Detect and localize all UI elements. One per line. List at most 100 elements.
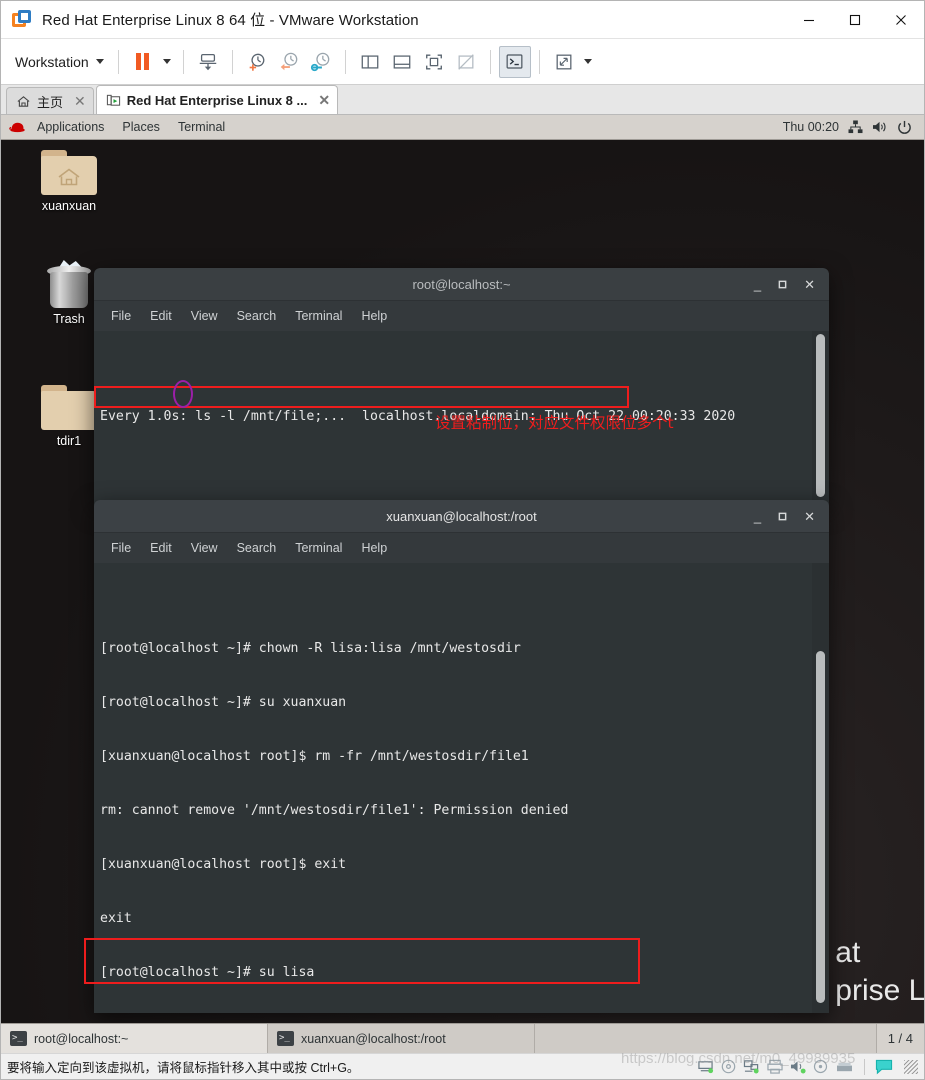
chevron-down-icon xyxy=(95,59,104,64)
tab-home[interactable]: 主页 ✕ xyxy=(6,87,94,114)
home-folder-icon xyxy=(41,150,97,195)
terminal2-line: exit xyxy=(100,911,132,926)
terminal1-menu-file[interactable]: File xyxy=(102,306,140,326)
home-icon xyxy=(17,95,30,107)
terminal2-close-button[interactable]: ✕ xyxy=(804,510,815,523)
unity-mode-button[interactable] xyxy=(450,46,482,78)
gnome-tray: Thu 00:20 xyxy=(783,120,916,135)
show-library-button[interactable] xyxy=(354,46,386,78)
terminal1-output[interactable]: Every 1.0s: ls -l /mnt/file;... localhos… xyxy=(94,331,829,505)
terminal-window-root[interactable]: root@localhost:~ _ ✕ File Edit View Sear… xyxy=(94,268,829,505)
terminal1-menu-search[interactable]: Search xyxy=(228,306,286,326)
workstation-menu-button[interactable]: Workstation xyxy=(11,50,110,74)
terminal2-menu-file[interactable]: File xyxy=(102,538,140,558)
vm-tab-strip: 主页 ✕ Red Hat Enterprise Linux 8 ... ✕ xyxy=(1,85,924,115)
window-controls xyxy=(786,1,924,39)
console-prompt-icon xyxy=(506,54,523,69)
terminal1-scrollbar-thumb[interactable] xyxy=(816,334,825,497)
keyboard-send-icon xyxy=(199,53,216,70)
terminal2-menu-terminal[interactable]: Terminal xyxy=(286,538,351,558)
close-button[interactable] xyxy=(878,1,924,39)
full-screen-button[interactable] xyxy=(418,46,450,78)
desktop-icon-xuanxuan[interactable]: xuanxuan xyxy=(21,150,117,213)
wallpaper-text: at prise Li xyxy=(835,936,924,1007)
snapshot-manager-icon xyxy=(310,52,330,71)
harddisk-icon[interactable] xyxy=(697,1059,714,1074)
tab-rhel8-close-icon[interactable]: ✕ xyxy=(318,93,330,107)
terminal1-line xyxy=(100,462,829,480)
usb-icon[interactable] xyxy=(813,1059,828,1074)
send-ctrl-alt-del-button[interactable] xyxy=(192,46,224,78)
terminal2-menu-view[interactable]: View xyxy=(182,538,227,558)
suspend-button[interactable] xyxy=(127,46,159,78)
terminal2-line: [root@localhost ~]# su xuanxuan xyxy=(100,695,347,710)
resize-grip[interactable] xyxy=(904,1059,918,1074)
terminal2-menu-search[interactable]: Search xyxy=(228,538,286,558)
toolbar-divider xyxy=(231,49,233,74)
terminal1-titlebar[interactable]: root@localhost:~ _ ✕ xyxy=(94,268,829,301)
network-adapter-icon[interactable] xyxy=(743,1059,760,1074)
revert-snapshot-button[interactable] xyxy=(273,46,305,78)
take-snapshot-button[interactable] xyxy=(241,46,273,78)
power-options-dropdown[interactable] xyxy=(159,46,175,78)
tab-home-close-icon[interactable]: ✕ xyxy=(74,94,86,108)
minimize-button[interactable] xyxy=(786,1,832,39)
message-log-icon[interactable] xyxy=(875,1059,893,1075)
terminal1-menu-view[interactable]: View xyxy=(182,306,227,326)
power-icon xyxy=(898,120,911,134)
console-view-button[interactable] xyxy=(498,45,531,78)
taskbar-item-xuanxuan-terminal[interactable]: xuanxuan@localhost:/root xyxy=(268,1024,535,1053)
gnome-menu-places[interactable]: Places xyxy=(113,115,169,140)
maximize-button[interactable] xyxy=(832,1,878,39)
desktop-icon-xuanxuan-label: xuanxuan xyxy=(41,199,97,213)
terminal2-maximize-button[interactable] xyxy=(778,510,787,523)
snapshot-add-icon xyxy=(249,53,265,71)
status-bar-message: 要将输入定向到该虚拟机，请将鼠标指针移入其中或按 Ctrl+G。 xyxy=(7,1061,360,1075)
tab-rhel8[interactable]: Red Hat Enterprise Linux 8 ... ✕ xyxy=(95,85,339,114)
stretch-options-dropdown[interactable] xyxy=(580,46,596,78)
toolbar-divider xyxy=(344,49,346,74)
stretch-arrows-icon xyxy=(556,54,572,69)
terminal2-line: rm: cannot remove '/mnt/westosdir/file1'… xyxy=(100,803,569,818)
workspace-switcher[interactable]: 1 / 4 xyxy=(875,1024,924,1053)
vm-play-icon xyxy=(106,94,120,106)
terminal2-scrollbar-thumb[interactable] xyxy=(816,651,825,1003)
terminal1-menu-terminal[interactable]: Terminal xyxy=(286,306,351,326)
volume-icon xyxy=(873,121,886,133)
cdrom-icon[interactable] xyxy=(721,1059,736,1074)
gnome-menu-terminal[interactable]: Terminal xyxy=(169,115,234,140)
vmware-logo-icon xyxy=(12,9,32,30)
workspace-indicator-label: 1 / 4 xyxy=(887,1031,913,1046)
guest-wallpaper[interactable]: at prise Li xuanxuan Trash tdir1 root@lo… xyxy=(1,140,924,1023)
printer-icon[interactable] xyxy=(767,1059,783,1074)
terminal2-output[interactable]: [root@localhost ~]# chown -R lisa:lisa /… xyxy=(94,563,829,1013)
snapshot-manager-button[interactable] xyxy=(305,46,337,78)
terminal1-menu-edit[interactable]: Edit xyxy=(141,306,181,326)
chevron-down-icon xyxy=(583,59,592,64)
guest-screen[interactable]: Applications Places Terminal Thu 00:20 a… xyxy=(1,115,924,1023)
toolbar-divider xyxy=(489,49,491,74)
guest-window-list: root@localhost:~ xuanxuan@localhost:/roo… xyxy=(1,1023,924,1053)
terminal2-menu-help[interactable]: Help xyxy=(352,538,396,558)
status-bar-divider xyxy=(864,1058,865,1075)
display-icon[interactable] xyxy=(835,1059,854,1074)
terminal1-close-button[interactable]: ✕ xyxy=(804,278,815,291)
tab-home-label: 主页 xyxy=(37,94,64,110)
terminal1-menu-help[interactable]: Help xyxy=(352,306,396,326)
sound-card-icon[interactable] xyxy=(790,1059,806,1074)
taskbar-item-root-terminal[interactable]: root@localhost:~ xyxy=(1,1024,268,1053)
gnome-menu-applications[interactable]: Applications xyxy=(28,115,113,140)
toolbar-divider xyxy=(182,49,184,74)
terminal2-minimize-button[interactable]: _ xyxy=(754,510,761,523)
terminal1-maximize-button[interactable] xyxy=(778,278,787,291)
terminal2-titlebar[interactable]: xuanxuan@localhost:/root _ ✕ xyxy=(94,500,829,533)
main-toolbar: Workstation xyxy=(1,39,924,85)
terminal1-minimize-button[interactable]: _ xyxy=(754,278,761,291)
terminal2-menu-edit[interactable]: Edit xyxy=(141,538,181,558)
terminal2-line: [root@localhost ~]# chown -R lisa:lisa /… xyxy=(100,641,521,656)
terminal-window-xuanxuan[interactable]: xuanxuan@localhost:/root _ ✕ File Edit V… xyxy=(94,500,829,1013)
show-thumbnail-bar-button[interactable] xyxy=(386,46,418,78)
gnome-clock[interactable]: Thu 00:20 xyxy=(783,120,839,134)
chevron-down-icon xyxy=(162,59,171,64)
stretch-guest-button[interactable] xyxy=(548,46,580,78)
